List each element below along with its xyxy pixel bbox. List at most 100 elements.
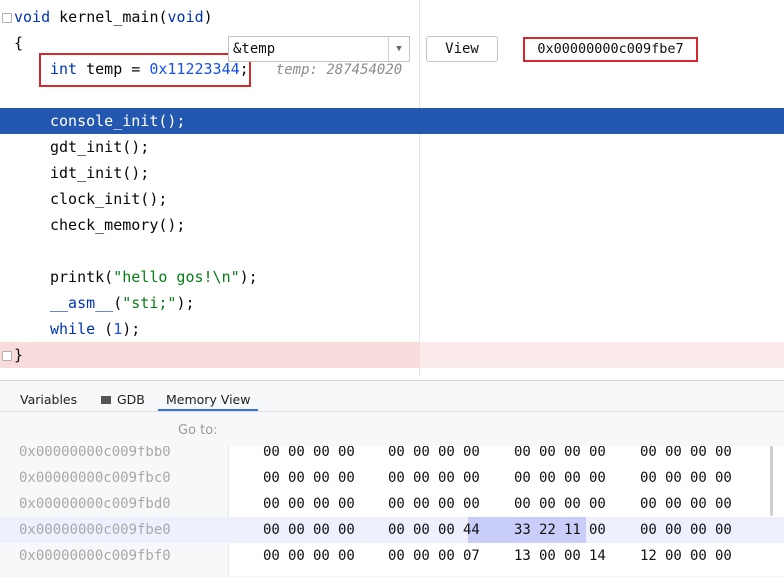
memory-byte[interactable]: 00 [338, 517, 358, 543]
code-line-11[interactable]: printk("hello gos!\n"); [0, 264, 784, 290]
memory-byte[interactable]: 00 [690, 543, 710, 569]
memory-byte[interactable]: 00 [715, 543, 735, 569]
memory-byte[interactable]: 00 [463, 491, 483, 517]
memory-byte[interactable]: 00 [338, 491, 358, 517]
memory-byte[interactable]: 00 [539, 491, 559, 517]
memory-row[interactable]: 0x00000000c009fbb0 00 00 00 00 00 00 00 00 00 00 00… [0, 446, 784, 465]
memory-byte[interactable]: 00 [288, 517, 308, 543]
memory-byte[interactable]: 00 [665, 465, 685, 491]
tab-gdb[interactable]: GDB [101, 381, 145, 411]
dropdown-arrow-icon[interactable]: ▼ [388, 37, 409, 61]
memory-byte[interactable]: 13 [514, 543, 534, 569]
memory-byte[interactable]: 00 [263, 517, 283, 543]
memory-byte[interactable]: 00 [288, 491, 308, 517]
memory-byte[interactable]: 00 [313, 491, 333, 517]
goto-address-input[interactable]: &temp ▼ [228, 36, 410, 62]
memory-byte[interactable]: 00 [413, 543, 433, 569]
memory-byte[interactable]: 00 [665, 446, 685, 465]
memory-byte[interactable]: 00 [388, 543, 408, 569]
memory-byte[interactable]: 00 [640, 465, 660, 491]
memory-row[interactable]: 0x00000000c009fbe0 00 00 00 00 00 00 00 44 33 22 11… [0, 517, 784, 543]
memory-byte[interactable]: 33 [514, 517, 534, 543]
memory-byte[interactable]: 00 [589, 446, 609, 465]
memory-byte[interactable]: 00 [564, 491, 584, 517]
memory-byte[interactable]: 00 [463, 446, 483, 465]
code-line-execution-point[interactable]: console_init(); [0, 108, 784, 134]
memory-byte[interactable]: 00 [388, 517, 408, 543]
memory-byte[interactable]: 00 [514, 491, 534, 517]
memory-byte[interactable]: 00 [288, 446, 308, 465]
memory-byte[interactable]: 00 [539, 543, 559, 569]
memory-byte[interactable]: 00 [338, 465, 358, 491]
code-line-13[interactable]: while (1); [0, 316, 784, 342]
memory-byte[interactable]: 12 [640, 543, 660, 569]
memory-byte[interactable]: 00 [715, 465, 735, 491]
memory-byte[interactable]: 11 [564, 517, 584, 543]
memory-byte[interactable]: 00 [715, 517, 735, 543]
code-line-14[interactable]: } [0, 342, 784, 368]
memory-byte[interactable]: 00 [564, 543, 584, 569]
memory-byte[interactable]: 00 [640, 446, 660, 465]
code-line-9[interactable]: check_memory(); [0, 212, 784, 238]
memory-byte[interactable]: 00 [539, 446, 559, 465]
memory-byte[interactable]: 00 [715, 446, 735, 465]
view-button[interactable]: View [426, 36, 498, 62]
memory-byte[interactable]: 00 [313, 465, 333, 491]
memory-byte[interactable]: 14 [589, 543, 609, 569]
memory-byte[interactable]: 00 [263, 543, 283, 569]
memory-byte[interactable]: 00 [438, 446, 458, 465]
memory-byte[interactable]: 00 [263, 491, 283, 517]
memory-byte[interactable]: 00 [539, 465, 559, 491]
memory-byte[interactable]: 00 [388, 465, 408, 491]
tab-variables[interactable]: Variables [20, 381, 77, 411]
memory-byte[interactable]: 00 [514, 465, 534, 491]
memory-byte[interactable]: 00 [338, 543, 358, 569]
tab-memory-view[interactable]: Memory View [158, 381, 259, 411]
memory-grid[interactable]: 0x00000000c009fbb0 00 00 00 00 00 00 00 00 00 00 00… [0, 446, 784, 576]
memory-byte[interactable]: 00 [438, 491, 458, 517]
fold-icon[interactable] [2, 351, 12, 361]
memory-byte[interactable]: 00 [463, 465, 483, 491]
memory-byte[interactable]: 00 [313, 446, 333, 465]
memory-byte[interactable]: 00 [438, 543, 458, 569]
memory-row[interactable]: 0x00000000c009fbf0 00 00 00 00 00 00 00 07 13 00 00… [0, 543, 784, 569]
memory-byte[interactable]: 00 [413, 491, 433, 517]
memory-byte[interactable]: 00 [438, 465, 458, 491]
code-line-6[interactable]: gdt_init(); [0, 134, 784, 160]
memory-byte[interactable]: 00 [690, 491, 710, 517]
memory-byte[interactable]: 00 [690, 517, 710, 543]
memory-byte[interactable]: 00 [288, 543, 308, 569]
code-line-7[interactable]: idt_init(); [0, 160, 784, 186]
memory-byte[interactable]: 00 [388, 446, 408, 465]
memory-byte[interactable]: 00 [589, 465, 609, 491]
memory-byte[interactable]: 00 [413, 465, 433, 491]
memory-byte[interactable]: 00 [690, 465, 710, 491]
memory-row[interactable]: 0x00000000c009fbc0 00 00 00 00 00 00 00 00 00 00 00… [0, 465, 784, 491]
memory-byte[interactable]: 00 [263, 465, 283, 491]
memory-byte[interactable]: 00 [438, 517, 458, 543]
memory-byte[interactable]: 00 [665, 543, 685, 569]
memory-byte[interactable]: 00 [313, 517, 333, 543]
memory-byte[interactable]: 00 [589, 491, 609, 517]
memory-byte[interactable]: 00 [388, 491, 408, 517]
memory-byte[interactable]: 00 [640, 517, 660, 543]
code-line-12[interactable]: __asm__("sti;"); [0, 290, 784, 316]
memory-byte[interactable]: 00 [665, 491, 685, 517]
memory-byte[interactable]: 44 [463, 517, 483, 543]
memory-byte[interactable]: 00 [589, 517, 609, 543]
memory-byte[interactable]: 00 [413, 446, 433, 465]
memory-byte[interactable]: 00 [514, 446, 534, 465]
memory-scrollbar[interactable] [770, 446, 773, 516]
memory-byte[interactable]: 07 [463, 543, 483, 569]
memory-byte[interactable]: 00 [564, 446, 584, 465]
code-line-1[interactable]: void kernel_main(void) [0, 4, 784, 30]
memory-byte[interactable]: 00 [338, 446, 358, 465]
code-line-8[interactable]: clock_init(); [0, 186, 784, 212]
memory-byte[interactable]: 00 [715, 491, 735, 517]
fold-icon[interactable] [2, 13, 12, 23]
memory-byte[interactable]: 00 [288, 465, 308, 491]
memory-byte[interactable]: 00 [263, 446, 283, 465]
memory-byte[interactable]: 22 [539, 517, 559, 543]
memory-byte[interactable]: 00 [413, 517, 433, 543]
memory-byte[interactable]: 00 [313, 543, 333, 569]
